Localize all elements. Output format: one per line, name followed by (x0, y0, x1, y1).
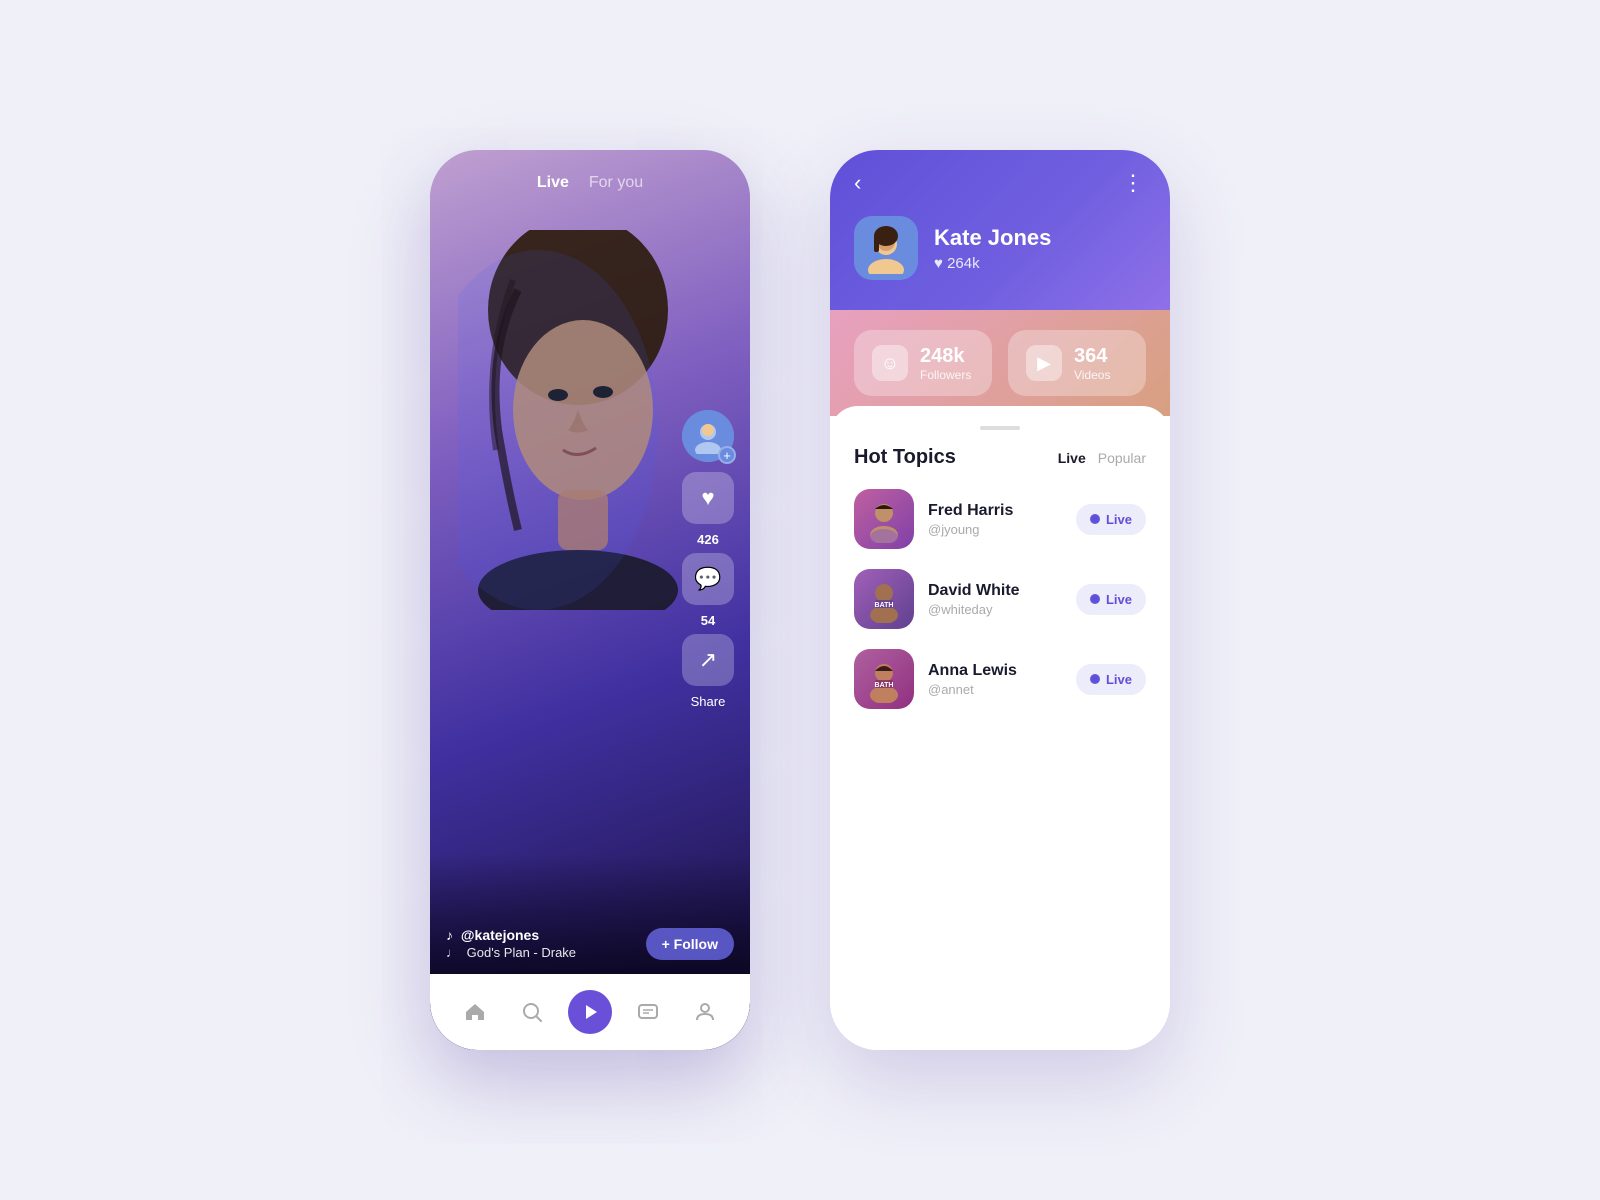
profile-header: ‹ ⋮ Kate Jones ♥ 264k (830, 150, 1170, 310)
action-buttons-group: + ♥ 426 💬 54 ↗ Share (682, 410, 734, 709)
music-note-icon: ♪ (446, 927, 453, 943)
anna-info: Anna Lewis @annet (928, 662, 1062, 697)
profile-likes: ♥ 264k (934, 255, 1051, 272)
tab-live[interactable]: Live (1058, 450, 1086, 466)
david-name: David White (928, 582, 1062, 600)
video-info: ♪ @katejones ♩ God's Plan - Drake (446, 927, 670, 960)
music-note2-icon: ♩ (446, 945, 459, 960)
videos-count: 364 (1074, 344, 1110, 368)
topic-item-anna: BATH Anna Lewis @annet Live (854, 649, 1146, 709)
followers-card: ☺ 248k Followers (854, 330, 992, 396)
user-handle: ♪ @katejones (446, 927, 670, 943)
comment-icon: 💬 (694, 568, 721, 590)
live-tab[interactable]: Live (537, 174, 569, 192)
search-nav-icon[interactable] (510, 990, 554, 1034)
more-options-button[interactable]: ⋮ (1122, 170, 1146, 196)
back-button[interactable]: ‹ (854, 170, 861, 196)
home-nav-icon[interactable] (453, 990, 497, 1034)
bottom-navigation (430, 974, 750, 1050)
chat-nav-icon[interactable] (626, 990, 670, 1034)
hot-topics-header: Hot Topics Live Popular (854, 446, 1146, 469)
fred-live-label: Live (1106, 512, 1132, 527)
fred-name: Fred Harris (928, 502, 1062, 520)
profile-info: Kate Jones ♥ 264k (854, 216, 1146, 280)
fred-handle: @jyoung (928, 522, 1062, 537)
topics-tabs: Live Popular (1058, 450, 1146, 466)
right-phone: ‹ ⋮ Kate Jones ♥ 264k (830, 150, 1170, 1050)
svg-text:BATH: BATH (875, 682, 894, 689)
for-you-tab[interactable]: For you (589, 174, 643, 192)
play-circle-icon: ▶ (1026, 345, 1062, 381)
followers-label: Followers (920, 368, 971, 382)
anna-handle: @annet (928, 682, 1062, 697)
comment-button[interactable]: 💬 (682, 553, 734, 605)
anna-avatar: BATH (854, 649, 914, 709)
topic-item-fred: Fred Harris @jyoung Live (854, 489, 1146, 549)
videos-stat-text: 364 Videos (1074, 344, 1110, 382)
stats-section: ☺ 248k Followers ▶ 364 Videos (830, 310, 1170, 416)
david-live-dot (1090, 594, 1100, 604)
share-label: Share (691, 694, 726, 709)
fred-avatar (854, 489, 914, 549)
anna-name: Anna Lewis (928, 662, 1062, 680)
left-phone: Live For you + ♥ 426 💬 54 ↗ (430, 150, 750, 1050)
followers-count: 248k (920, 344, 971, 368)
hot-topics-title: Hot Topics (854, 446, 956, 469)
svg-text:BATH: BATH (875, 602, 894, 609)
fred-live-dot (1090, 514, 1100, 524)
topic-item-david: BATH David White @whiteday Live (854, 569, 1146, 629)
face-silhouette (458, 230, 698, 610)
videos-card: ▶ 364 Videos (1008, 330, 1146, 396)
likes-count: 426 (697, 532, 719, 547)
followers-icon: ☺ (872, 345, 908, 381)
top-navigation: Live For you (430, 174, 750, 192)
david-live-label: Live (1106, 592, 1132, 607)
comments-count: 54 (701, 613, 715, 628)
avatar-svg (860, 222, 912, 274)
profile-text: Kate Jones ♥ 264k (934, 225, 1051, 272)
song-info: ♩ God's Plan - Drake (446, 945, 670, 960)
share-icon: ↗ (699, 649, 717, 671)
fred-live-badge[interactable]: Live (1076, 504, 1146, 535)
header-top-row: ‹ ⋮ (854, 170, 1146, 196)
anna-live-badge[interactable]: Live (1076, 664, 1146, 695)
david-handle: @whiteday (928, 602, 1062, 617)
add-follow-avatar[interactable]: + (682, 410, 734, 462)
hot-topics-section: Hot Topics Live Popular Fred Harris @jyo… (830, 406, 1170, 1050)
david-avatar: BATH (854, 569, 914, 629)
followers-stat-text: 248k Followers (920, 344, 971, 382)
follow-button[interactable]: + Follow (646, 928, 734, 960)
anna-live-dot (1090, 674, 1100, 684)
profile-avatar (854, 216, 918, 280)
heart-icon: ♥ (701, 487, 714, 509)
fred-info: Fred Harris @jyoung (928, 502, 1062, 537)
like-button[interactable]: ♥ (682, 472, 734, 524)
tab-popular[interactable]: Popular (1098, 450, 1146, 466)
profile-name: Kate Jones (934, 225, 1051, 251)
videos-label: Videos (1074, 368, 1110, 382)
david-live-badge[interactable]: Live (1076, 584, 1146, 615)
share-button[interactable]: ↗ (682, 634, 734, 686)
anna-live-label: Live (1106, 672, 1132, 687)
plus-icon: + (718, 446, 736, 464)
play-nav-icon[interactable] (568, 990, 612, 1034)
david-info: David White @whiteday (928, 582, 1062, 617)
drag-handle (980, 426, 1020, 430)
profile-nav-icon[interactable] (683, 990, 727, 1034)
